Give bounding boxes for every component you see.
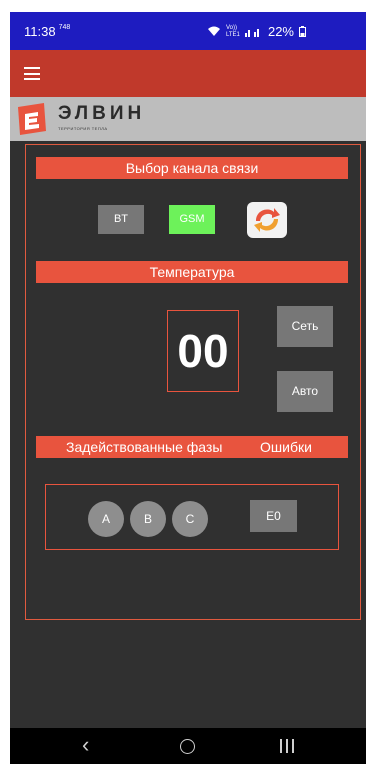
phase-b-indicator[interactable]: B: [130, 501, 166, 537]
phase-c-indicator[interactable]: C: [172, 501, 208, 537]
bt-button[interactable]: BT: [98, 205, 144, 234]
battery-icon: [299, 26, 306, 37]
app-bar: [10, 50, 366, 97]
back-icon[interactable]: ‹: [82, 734, 89, 756]
temperature-value: 00: [167, 310, 239, 392]
signal-bars-icon: [244, 29, 259, 37]
wifi-icon: [207, 26, 220, 36]
status-bar: 11:38 748 Vo)) LTE1 22%: [10, 12, 366, 50]
phases-heading-bar: Задействованные фазы Ошибки: [36, 436, 348, 458]
status-time-sub: 748: [58, 24, 71, 31]
system-nav-bar: ‹: [10, 728, 366, 764]
status-right: Vo)) LTE1 22%: [207, 24, 306, 39]
logo-subtitle: ТЕРРИТОРИЯ ТЕПЛА: [58, 126, 108, 131]
home-icon[interactable]: [180, 739, 195, 754]
status-time: 11:38 748: [24, 24, 71, 39]
errors-heading: Ошибки: [260, 439, 312, 455]
recent-apps-icon[interactable]: [280, 739, 294, 753]
logo-text: ЭЛВИН: [58, 103, 146, 124]
net-button[interactable]: Сеть: [277, 306, 333, 347]
phases-heading: Задействованные фазы: [66, 439, 223, 455]
battery-percent: 22%: [267, 24, 294, 39]
phase-a-indicator[interactable]: A: [88, 501, 124, 537]
elvin-logo-icon: [18, 103, 46, 135]
temperature-heading: Температура: [36, 261, 348, 283]
error-code-badge: E0: [250, 500, 297, 532]
app-screen: 11:38 748 Vo)) LTE1 22% ЭЛВИН ТЕРРИТОРИЯ…: [10, 12, 366, 764]
signal-text: Vo)) LTE1: [225, 24, 240, 38]
channel-heading: Выбор канала связи: [36, 157, 348, 179]
gsm-button[interactable]: GSM: [169, 205, 215, 234]
menu-icon[interactable]: [24, 67, 40, 80]
auto-button[interactable]: Авто: [277, 371, 333, 412]
sync-icon[interactable]: [247, 202, 287, 238]
logo-bar: ЭЛВИН ТЕРРИТОРИЯ ТЕПЛА: [10, 97, 366, 141]
